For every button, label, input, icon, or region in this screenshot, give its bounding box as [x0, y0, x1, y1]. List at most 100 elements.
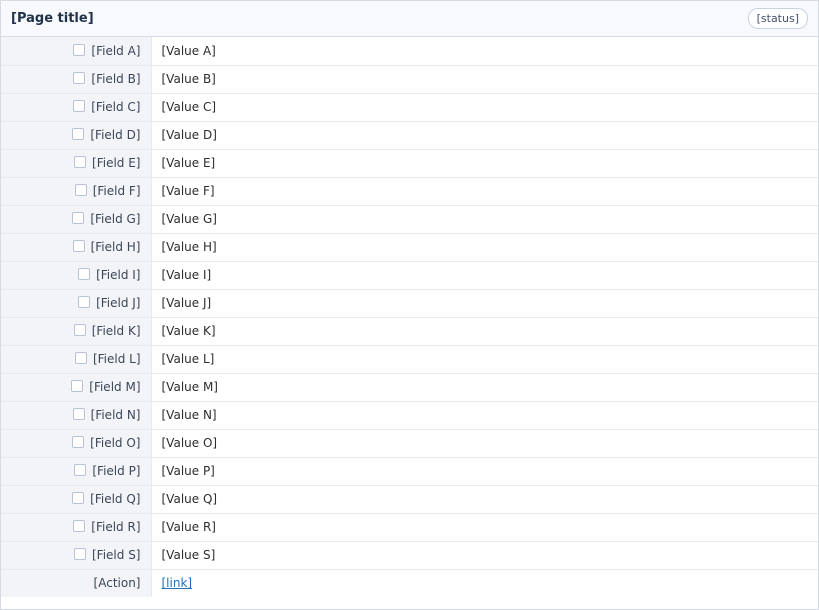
row-label-text: [Field J]: [96, 296, 141, 310]
row-label: [Field H]: [1, 232, 152, 261]
row-value: [Value O]: [151, 428, 818, 457]
row-icon: [74, 464, 87, 476]
row-value: [Value H]: [151, 232, 818, 261]
details-table: [Field A] [Value A] [Field B] [Value B] …: [1, 37, 818, 597]
row-icon: [74, 352, 87, 364]
row-label-text: [Field R]: [91, 520, 141, 534]
row-value: [Value D]: [151, 120, 818, 149]
row-label: [Field J]: [1, 288, 152, 317]
table-row: [Field I] [Value I]: [1, 260, 818, 289]
row-label: [Field P]: [1, 456, 152, 485]
table-row: [Field K] [Value K]: [1, 316, 818, 345]
row-label: [Field L]: [1, 344, 152, 373]
table-row: [Field Q] [Value Q]: [1, 484, 818, 513]
row-label: [Field G]: [1, 204, 152, 233]
row-label: [Field C]: [1, 92, 152, 121]
row-label: [Field N]: [1, 400, 152, 429]
table-row: [Field E] [Value E]: [1, 148, 818, 177]
row-label: [Field R]: [1, 512, 152, 541]
row-icon: [74, 184, 87, 196]
row-icon: [73, 100, 86, 112]
row-label: [Field I]: [1, 260, 152, 289]
table-row: [Field B] [Value B]: [1, 64, 818, 93]
table-row: [Field O] [Value O]: [1, 428, 818, 457]
row-label: [Field K]: [1, 316, 152, 345]
footer-value: [link]: [151, 568, 818, 597]
row-icon: [72, 212, 85, 224]
row-label-text: [Field S]: [92, 548, 141, 562]
details-header: [Page title] [status]: [1, 1, 818, 37]
table-row: [Field S] [Value S]: [1, 540, 818, 569]
row-label: [Field E]: [1, 148, 152, 177]
details-link[interactable]: [link]: [162, 576, 193, 590]
row-label-text: [Field A]: [91, 43, 141, 58]
table-row: [Field H] [Value H]: [1, 232, 818, 261]
row-icon: [78, 296, 91, 308]
row-icon: [73, 43, 86, 56]
page: [Page title] [status] [Field A] [Value A…: [0, 0, 819, 610]
table-row: [Field G] [Value G]: [1, 204, 818, 233]
row-label-text: [Field Q]: [90, 492, 141, 506]
row-icon: [72, 240, 85, 252]
row-value: [Value Q]: [151, 484, 818, 513]
row-label-text: [Field B]: [91, 72, 141, 86]
row-label: [Field S]: [1, 540, 152, 569]
row-label-text: [Field I]: [96, 268, 141, 282]
page-title: [Page title]: [11, 11, 94, 26]
row-value: [Value J]: [151, 288, 818, 317]
row-icon: [72, 492, 85, 504]
row-icon: [72, 436, 85, 448]
table-row: [Field L] [Value L]: [1, 344, 818, 373]
table-row: [Action] [link]: [1, 568, 818, 597]
row-label-text: [Field C]: [91, 100, 141, 114]
row-value: [Value C]: [151, 92, 818, 121]
row-icon: [78, 268, 91, 280]
row-label-text: [Field N]: [90, 408, 141, 422]
row-label-text: [Field D]: [90, 128, 141, 142]
row-label: [Field Q]: [1, 484, 152, 513]
row-value: [Value R]: [151, 512, 818, 541]
table-row: [Field F] [Value F]: [1, 176, 818, 205]
row-value: [Value M]: [151, 372, 818, 401]
row-label-text: [Field O]: [90, 436, 141, 450]
row-icon: [73, 520, 86, 532]
row-label-text: [Field F]: [92, 184, 141, 198]
row-label: [Field B]: [1, 64, 152, 93]
row-label: [Field F]: [1, 176, 152, 205]
row-icon: [72, 128, 85, 140]
table-row: [Field J] [Value J]: [1, 288, 818, 317]
table-row: [Field D] [Value D]: [1, 120, 818, 149]
row-value: [Value N]: [151, 400, 818, 429]
table-row: [Field C] [Value C]: [1, 92, 818, 121]
row-icon: [74, 156, 87, 168]
row-label-text: [Field P]: [92, 464, 141, 478]
table-row: [Field N] [Value N]: [1, 400, 818, 429]
row-value: [Value P]: [151, 456, 818, 485]
row-value: [Value L]: [151, 344, 818, 373]
row-label: [Field M]: [1, 372, 152, 401]
table-row: [Field P] [Value P]: [1, 456, 818, 485]
row-icon: [74, 548, 86, 560]
row-icon: [73, 72, 86, 84]
row-value: [Value A]: [161, 43, 216, 58]
row-label-text: [Field K]: [91, 324, 141, 338]
row-value: [Value S]: [151, 540, 818, 569]
row-value: [Value G]: [151, 204, 818, 233]
row-label-text: [Field E]: [92, 156, 141, 170]
row-value: [Value K]: [151, 316, 818, 345]
table-row: [Field M] [Value M]: [1, 372, 818, 401]
table-row: [Field A] [Value A]: [1, 37, 818, 65]
row-label: [Field O]: [1, 428, 152, 457]
footer-label: [Action]: [1, 568, 152, 597]
details-card: [Page title] [status] [Field A] [Value A…: [0, 0, 819, 610]
row-label-text: [Field H]: [90, 240, 141, 254]
row-icon: [73, 324, 86, 336]
table-row: [Field R] [Value R]: [1, 512, 818, 541]
row-value: [Value E]: [151, 148, 818, 177]
status-badge: [status]: [747, 8, 808, 29]
row-label-text: [Field G]: [90, 212, 141, 226]
row-value: [Value I]: [151, 260, 818, 289]
row-label: [Field D]: [1, 120, 152, 149]
row-label-text: [Field M]: [89, 380, 141, 394]
row-icon: [71, 380, 84, 392]
